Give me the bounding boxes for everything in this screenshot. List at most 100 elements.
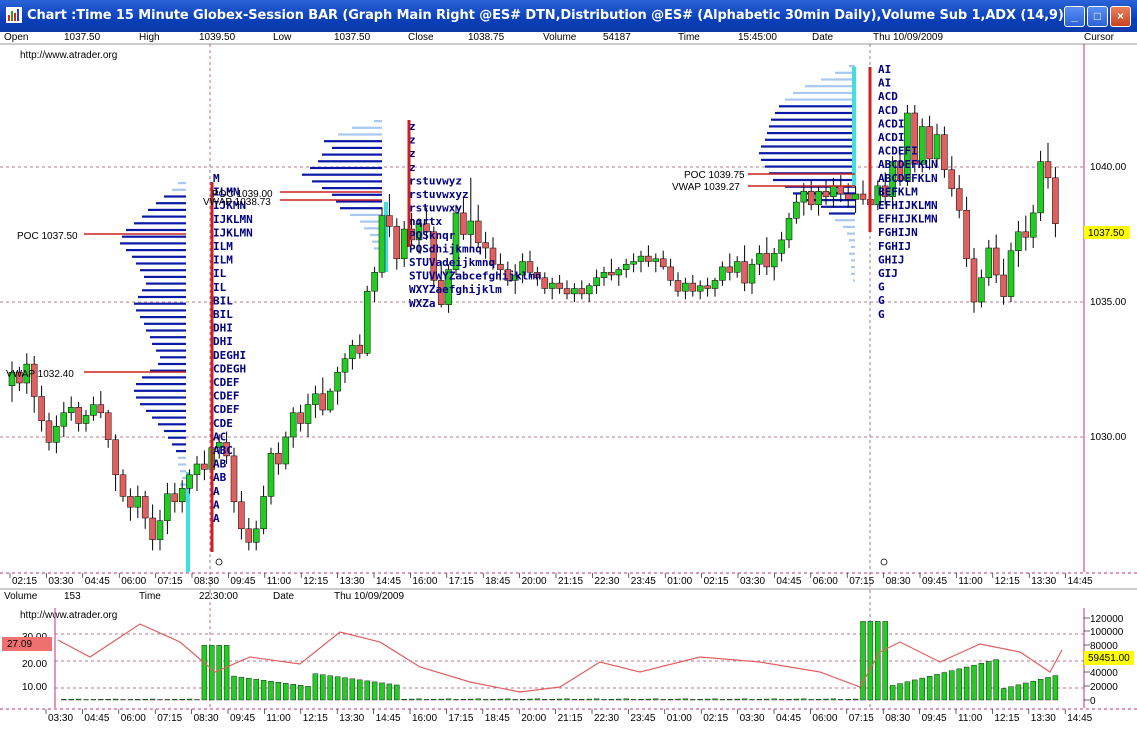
profile-bar <box>122 235 186 238</box>
volume-bar <box>608 699 615 701</box>
time-label: 03:30 <box>740 576 765 587</box>
profile-bar <box>332 193 382 196</box>
volume-bar <box>475 698 481 701</box>
session-separators <box>209 44 871 708</box>
chart-window[interactable]: Open 1037.50 High 1039.50 Low 1037.50 Cl… <box>0 32 1137 730</box>
time-label: 13:30 <box>340 576 365 587</box>
profile1-letters-row: DHI <box>213 322 233 335</box>
volume-bar <box>889 685 896 701</box>
volume-bar <box>682 698 689 701</box>
bull-candle <box>304 404 312 424</box>
bull-candle <box>282 436 290 465</box>
volume-bar <box>645 698 652 701</box>
time-label: 13:30 <box>1031 576 1056 587</box>
bear-candle <box>970 258 978 303</box>
highlight-bar-day3 <box>852 67 856 187</box>
profile-bar <box>126 249 186 252</box>
volume-bar <box>734 698 740 701</box>
profile1-letters-row: A <box>213 498 220 511</box>
window-title: Chart :Time 15 Minute Globex-Session BAR… <box>27 8 1070 23</box>
profile3-letters-row: ACD <box>878 104 898 117</box>
volume-bar <box>527 698 533 701</box>
profile3-letters-row: G <box>878 281 885 294</box>
bear-candle <box>674 280 682 292</box>
volume-bar <box>149 698 156 701</box>
volume-bar <box>830 698 837 701</box>
minimize-button[interactable]: _ <box>1064 6 1085 27</box>
price-label-1030: 1030.00 <box>1090 432 1127 443</box>
volume-bar <box>556 698 563 701</box>
volume-bar <box>697 699 703 701</box>
session-open-marker <box>880 558 888 566</box>
time-label: 01:00 <box>667 576 692 587</box>
sub-date-value: Thu 10/09/2009 <box>334 591 404 602</box>
profile-bar <box>360 220 382 223</box>
bull-candle <box>1015 231 1022 251</box>
volume-bar <box>838 699 844 701</box>
bull-candle <box>467 220 475 235</box>
bear-candle <box>578 288 586 295</box>
time-label: 12:15 <box>303 576 328 587</box>
profile-bar <box>178 456 186 459</box>
profile-bar <box>146 329 186 332</box>
volume-bar <box>956 668 962 701</box>
volume-bar <box>505 698 511 701</box>
sub-time-axis: 03:30 04:45 06:00 07:15 08:30 09:45 11:00 12:15… <box>45 709 1093 724</box>
bull-candle <box>852 193 859 200</box>
volume-bar <box>941 672 948 701</box>
profile3-letters-row: ABCDEFKLN <box>878 172 938 185</box>
profile3-letters-row: EFHIJKLMN <box>878 199 938 212</box>
profile-bar <box>134 302 186 305</box>
bear-candle <box>807 191 815 206</box>
volume-bar <box>638 699 644 701</box>
bull-candle <box>933 134 941 160</box>
volume-bar <box>253 678 259 701</box>
profile-bar <box>318 160 382 163</box>
bull-candle <box>134 496 142 508</box>
profile1-letters-row: AB <box>213 458 227 471</box>
profile1-letters-row: CDE <box>213 417 233 430</box>
bull-candle <box>341 358 349 373</box>
time-label: 03:30 <box>48 576 73 587</box>
profile1-letters-row: DHI <box>213 335 233 348</box>
poc-vwap-lines <box>84 67 872 552</box>
maximize-button[interactable]: □ <box>1087 6 1108 27</box>
bear-candle <box>171 493 179 503</box>
profile-bar <box>767 132 855 135</box>
volume-bar <box>431 699 437 701</box>
volume-bar <box>912 679 918 701</box>
volume-bar <box>534 698 541 701</box>
bull-candle <box>1007 250 1015 297</box>
bear-candle <box>689 282 697 292</box>
volume-bar <box>653 698 659 701</box>
profile-bar <box>849 65 855 68</box>
time-label: 14:45 <box>1068 576 1093 587</box>
sub-time-value: 22:30:00 <box>199 591 238 602</box>
bull-candle <box>82 415 90 424</box>
bear-candle <box>245 528 253 543</box>
volume-bar <box>179 698 185 701</box>
profile-bar <box>312 180 382 183</box>
time-label: 02:15 <box>704 576 729 587</box>
profile-bar <box>322 187 382 190</box>
profile-bar <box>144 275 186 278</box>
time-label: 06:00 <box>121 576 146 587</box>
profile-bar <box>322 153 382 156</box>
volume-bar <box>283 683 289 701</box>
volume-bar <box>986 661 992 701</box>
sub-time-label: 20:00 <box>521 713 546 724</box>
chart-canvas[interactable]: http://www.atrader.org MILMNIJKMNIJKLMNI… <box>0 32 1137 730</box>
profile1-letters-row: CDEGH <box>213 362 246 375</box>
close-button[interactable]: × <box>1110 6 1131 27</box>
time-label: 20:00 <box>522 576 547 587</box>
bear-candle <box>149 517 156 540</box>
profile-bar <box>136 262 186 265</box>
volume-bar <box>1052 675 1059 701</box>
volume-bar <box>727 699 733 701</box>
volume-bar <box>290 684 296 701</box>
volume-bar <box>897 683 903 701</box>
profile-bar <box>851 272 855 275</box>
bear-candle <box>645 255 652 262</box>
volume-bar <box>268 681 274 701</box>
bull-candle <box>711 280 719 289</box>
